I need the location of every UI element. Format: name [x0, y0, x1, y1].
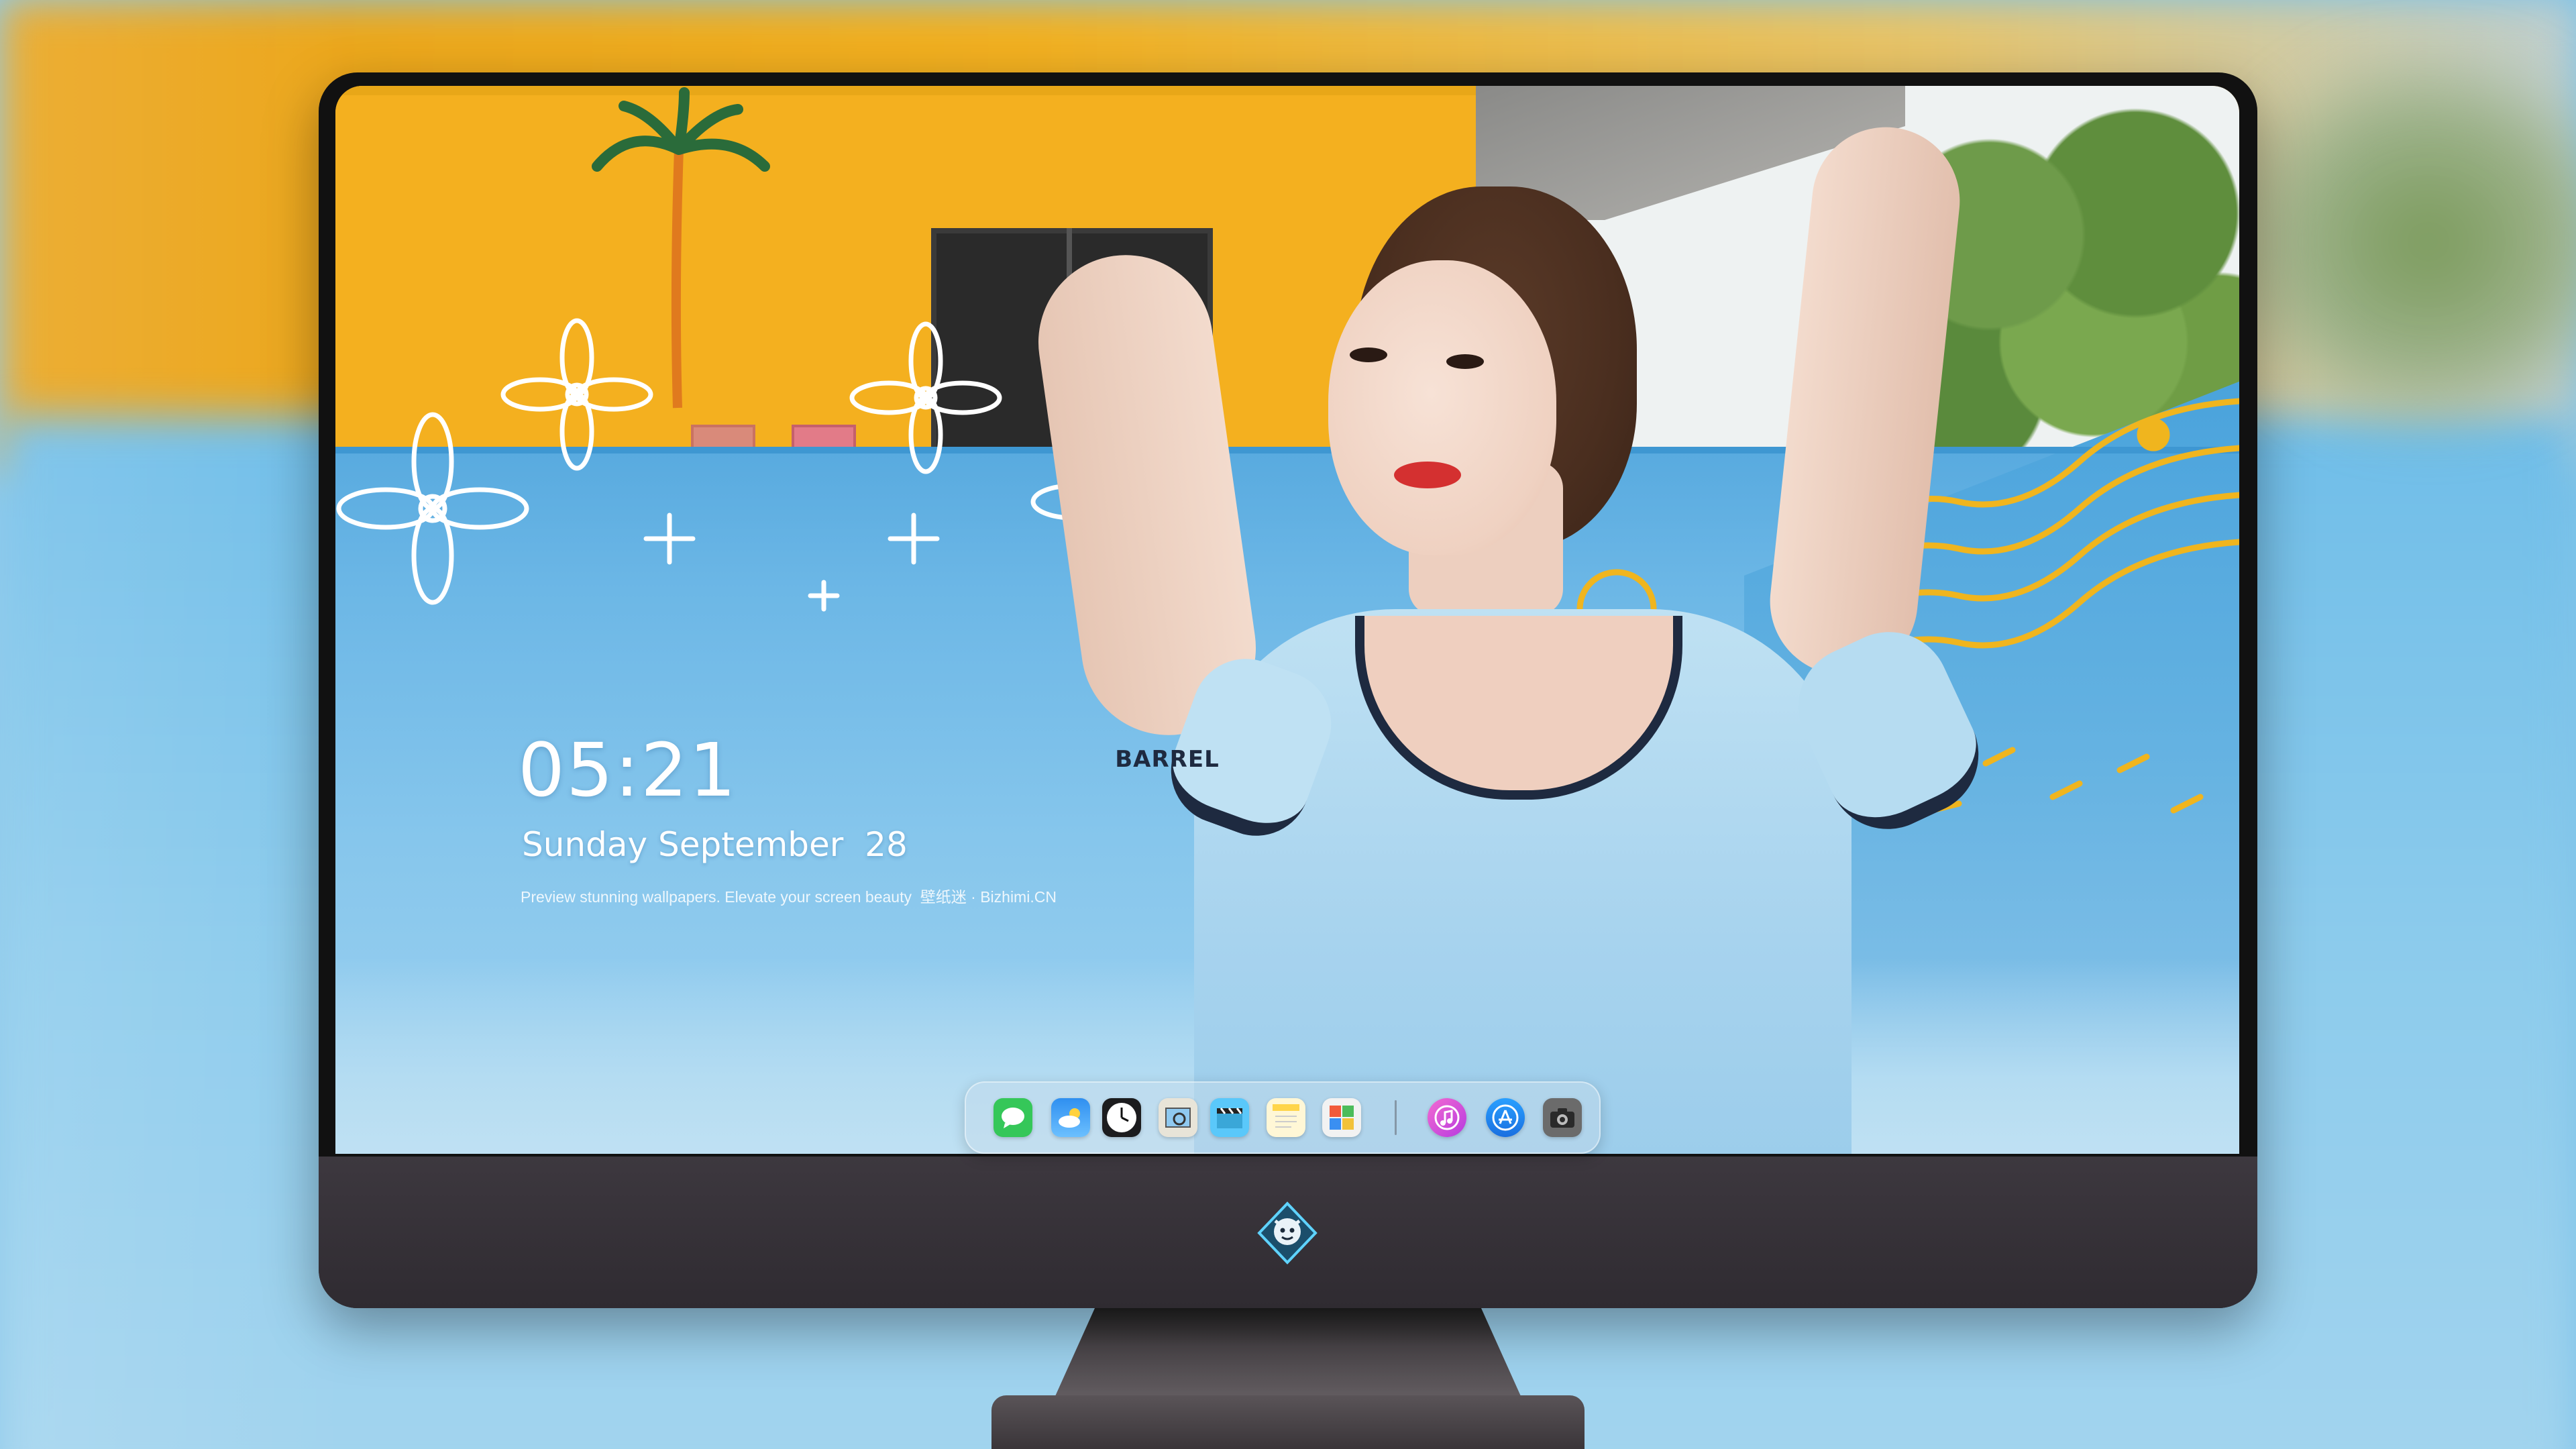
dock-separator	[1395, 1100, 1397, 1135]
app-store-icon[interactable]	[1486, 1098, 1525, 1137]
monitor-logo-icon	[1257, 1201, 1318, 1265]
shirt-brand-text: BARREL	[1115, 746, 1220, 773]
notes-icon[interactable]	[1267, 1098, 1305, 1137]
background-shade	[0, 0, 349, 1449]
person-eye	[1446, 354, 1484, 369]
background-tree	[2227, 54, 2576, 429]
desktop-screen	[335, 86, 2239, 1154]
weather-icon[interactable]	[1051, 1098, 1090, 1137]
preview-icon[interactable]	[1159, 1098, 1197, 1137]
clock-tagline: Preview stunning wallpapers. Elevate you…	[521, 888, 1057, 906]
monitor-stand-base	[991, 1395, 1585, 1449]
screenshot-camera-icon[interactable]	[1543, 1098, 1582, 1137]
clock-icon[interactable]	[1102, 1098, 1141, 1137]
messages-icon[interactable]	[994, 1098, 1032, 1137]
photo-booth-icon[interactable]	[1322, 1098, 1361, 1137]
person-face	[1328, 260, 1556, 555]
clock-date: Sunday September 28	[522, 825, 908, 864]
clips-icon[interactable]	[1210, 1098, 1249, 1137]
person-eye	[1350, 347, 1387, 362]
person-lips	[1394, 462, 1461, 488]
itunes-icon[interactable]	[1428, 1098, 1466, 1137]
clock-time: 05:21	[518, 727, 738, 813]
